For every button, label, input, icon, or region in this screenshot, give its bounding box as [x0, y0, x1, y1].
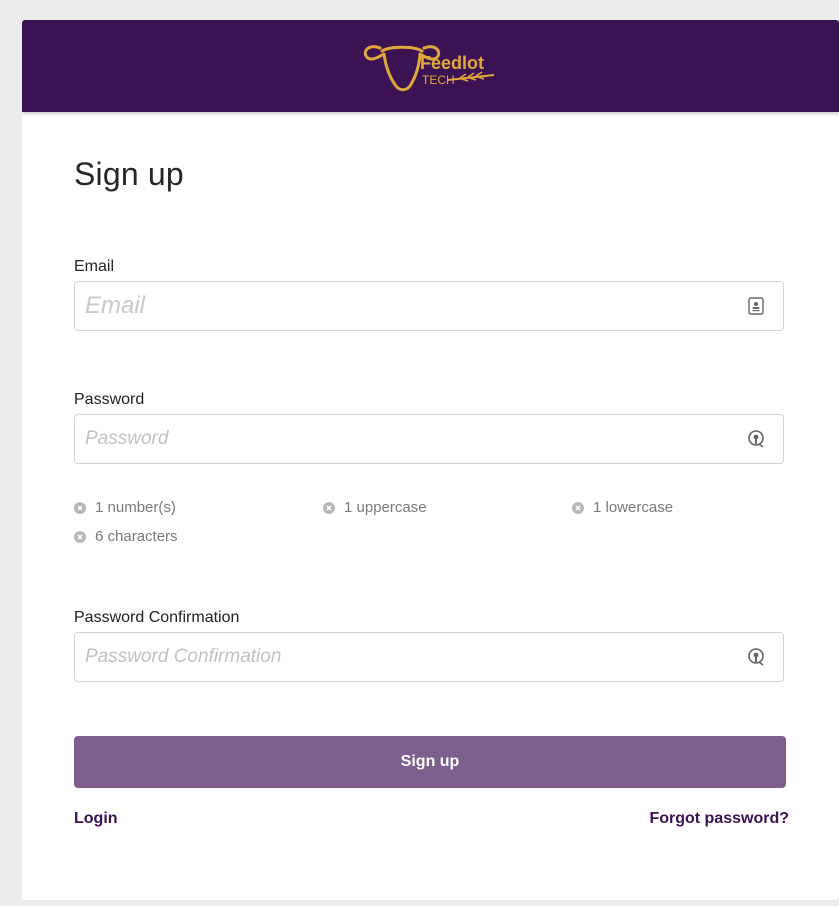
page-title: Sign up	[74, 156, 184, 192]
x-circle-icon	[74, 501, 86, 514]
email-input[interactable]	[85, 282, 725, 330]
email-field-box[interactable]	[74, 281, 784, 331]
rule-length: 6 characters	[74, 528, 178, 545]
rule-lowercase: 1 lowercase	[572, 499, 673, 516]
rule-label: 6 characters	[95, 528, 178, 545]
feedlot-tech-logo: Feedlot TECH	[363, 45, 495, 92]
password-confirmation-label: Password Confirmation	[74, 609, 240, 626]
rule-label: 1 uppercase	[344, 499, 427, 516]
password-key-icon[interactable]	[746, 429, 766, 449]
email-label: Email	[74, 258, 115, 275]
password-input[interactable]	[85, 415, 725, 463]
rule-label: 1 number(s)	[95, 499, 176, 516]
contact-card-icon	[748, 297, 764, 315]
header-bar: Feedlot TECH	[22, 20, 839, 112]
x-circle-icon	[74, 530, 86, 543]
login-link[interactable]: Login	[74, 810, 118, 828]
signup-card: Feedlot TECH Sign up Email Password	[22, 20, 839, 900]
signup-button[interactable]: Sign up	[74, 736, 786, 788]
password-field-box[interactable]	[74, 414, 784, 464]
rule-label: 1 lowercase	[593, 499, 674, 516]
password-confirmation-input[interactable]	[85, 633, 725, 681]
logo-name-text: Feedlot	[420, 53, 484, 73]
rule-uppercase: 1 uppercase	[323, 499, 427, 516]
password-label: Password	[74, 391, 145, 408]
x-circle-icon	[323, 501, 335, 514]
password-confirmation-field-box[interactable]	[74, 632, 784, 682]
x-circle-icon	[572, 501, 584, 514]
forgot-password-link[interactable]: Forgot password?	[649, 810, 789, 828]
rule-number: 1 number(s)	[74, 499, 176, 516]
password-key-icon[interactable]	[746, 647, 766, 667]
